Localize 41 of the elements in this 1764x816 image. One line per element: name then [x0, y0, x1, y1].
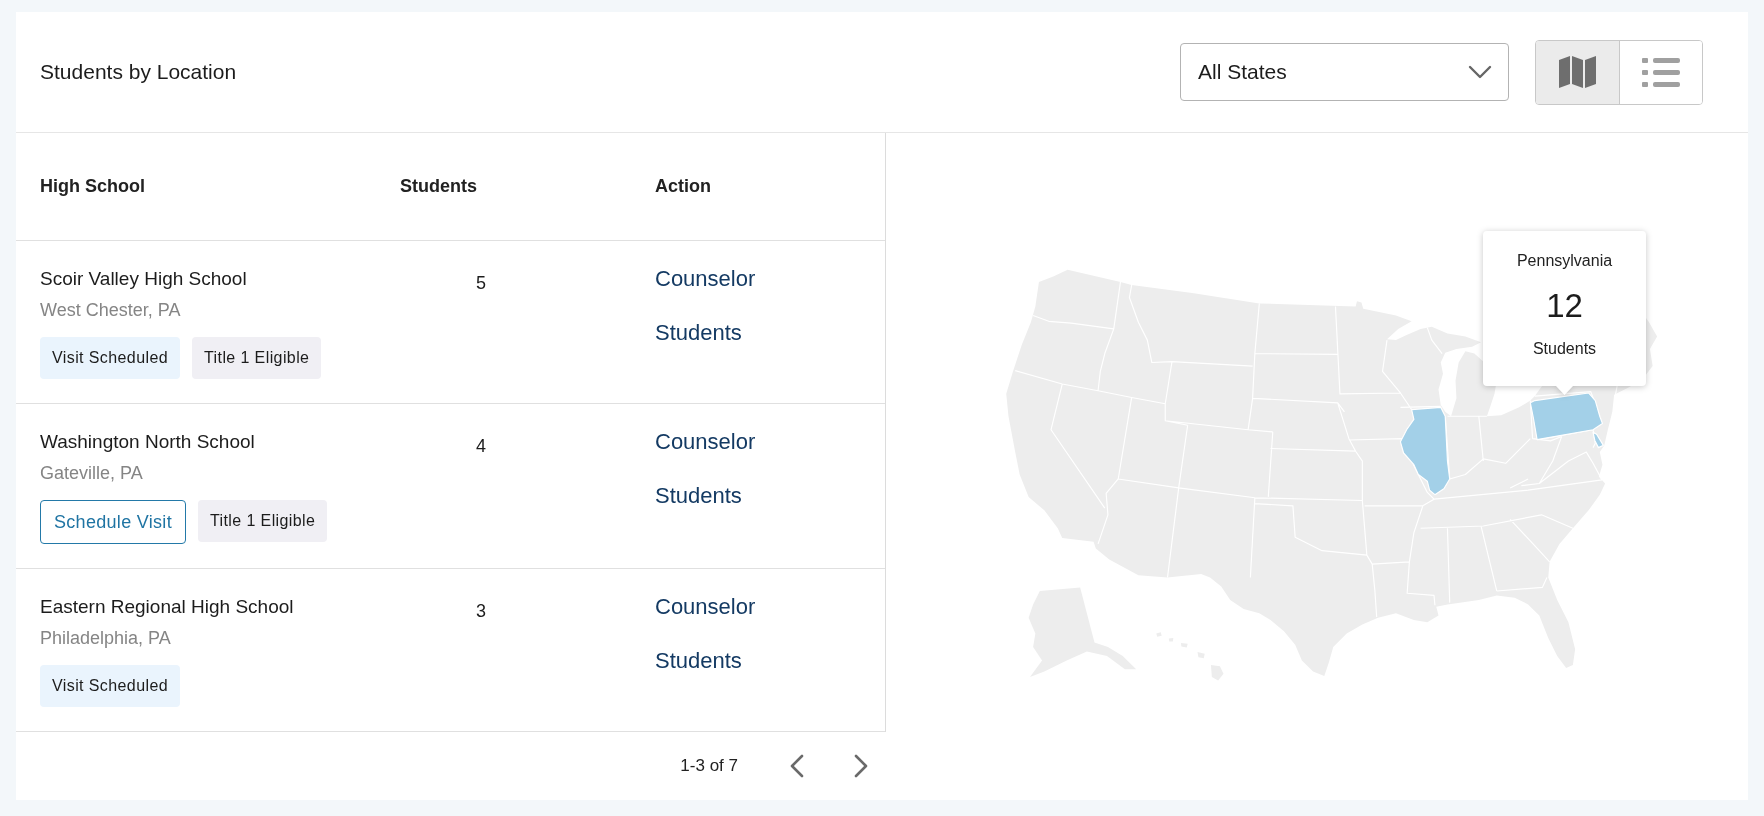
page-range: 1-3 of 7: [680, 756, 738, 776]
chevron-left-icon: [790, 754, 804, 778]
map-icon: [1559, 56, 1596, 88]
tooltip-state-name: Pennsylvania: [1516, 251, 1613, 271]
state-dropdown[interactable]: All States: [1180, 43, 1509, 101]
status-badge: Visit Scheduled: [40, 665, 180, 707]
highlighted-state[interactable]: [1399, 406, 1451, 496]
tooltip-label: Students: [1532, 339, 1597, 359]
school-name: Washington North School: [40, 430, 255, 454]
school-location: West Chester, PA: [40, 299, 181, 322]
list-icon: [1642, 57, 1680, 87]
previous-page-button[interactable]: [790, 754, 804, 778]
action-link[interactable]: Students: [655, 319, 742, 347]
school-location: Gateville, PA: [40, 462, 143, 485]
column-header: Students: [400, 176, 477, 197]
column-header: Action: [655, 176, 711, 197]
highlighted-state[interactable]: [1592, 431, 1604, 449]
student-count: 5: [475, 272, 486, 295]
student-count: 3: [475, 600, 486, 623]
action-link[interactable]: Counselor: [655, 593, 756, 621]
list-view-button[interactable]: [1619, 40, 1702, 104]
schedule-visit-button[interactable]: Schedule Visit: [40, 500, 186, 544]
school-name: Eastern Regional High School: [40, 595, 294, 619]
next-page-button[interactable]: [854, 754, 868, 778]
chevron-right-icon: [854, 754, 868, 778]
action-link[interactable]: Students: [655, 482, 742, 510]
status-badge: Visit Scheduled: [40, 337, 180, 379]
school-name: Scoir Valley High School: [40, 267, 247, 291]
chevron-down-icon: [1468, 65, 1492, 79]
eligibility-badge: Title 1 Eligible: [197, 500, 328, 542]
student-count: 4: [475, 435, 486, 458]
action-link[interactable]: Counselor: [655, 428, 756, 456]
action-link[interactable]: Students: [655, 647, 742, 675]
school-location: Philadelphia, PA: [40, 627, 171, 650]
tooltip-count: 12: [1546, 286, 1583, 326]
map-view-button[interactable]: [1536, 40, 1619, 104]
eligibility-badge: Title 1 Eligible: [192, 337, 322, 379]
panel-title: Students by Location: [40, 60, 237, 84]
highlighted-state[interactable]: [1529, 392, 1604, 441]
action-link[interactable]: Counselor: [655, 265, 756, 293]
column-header: High School: [40, 176, 145, 197]
